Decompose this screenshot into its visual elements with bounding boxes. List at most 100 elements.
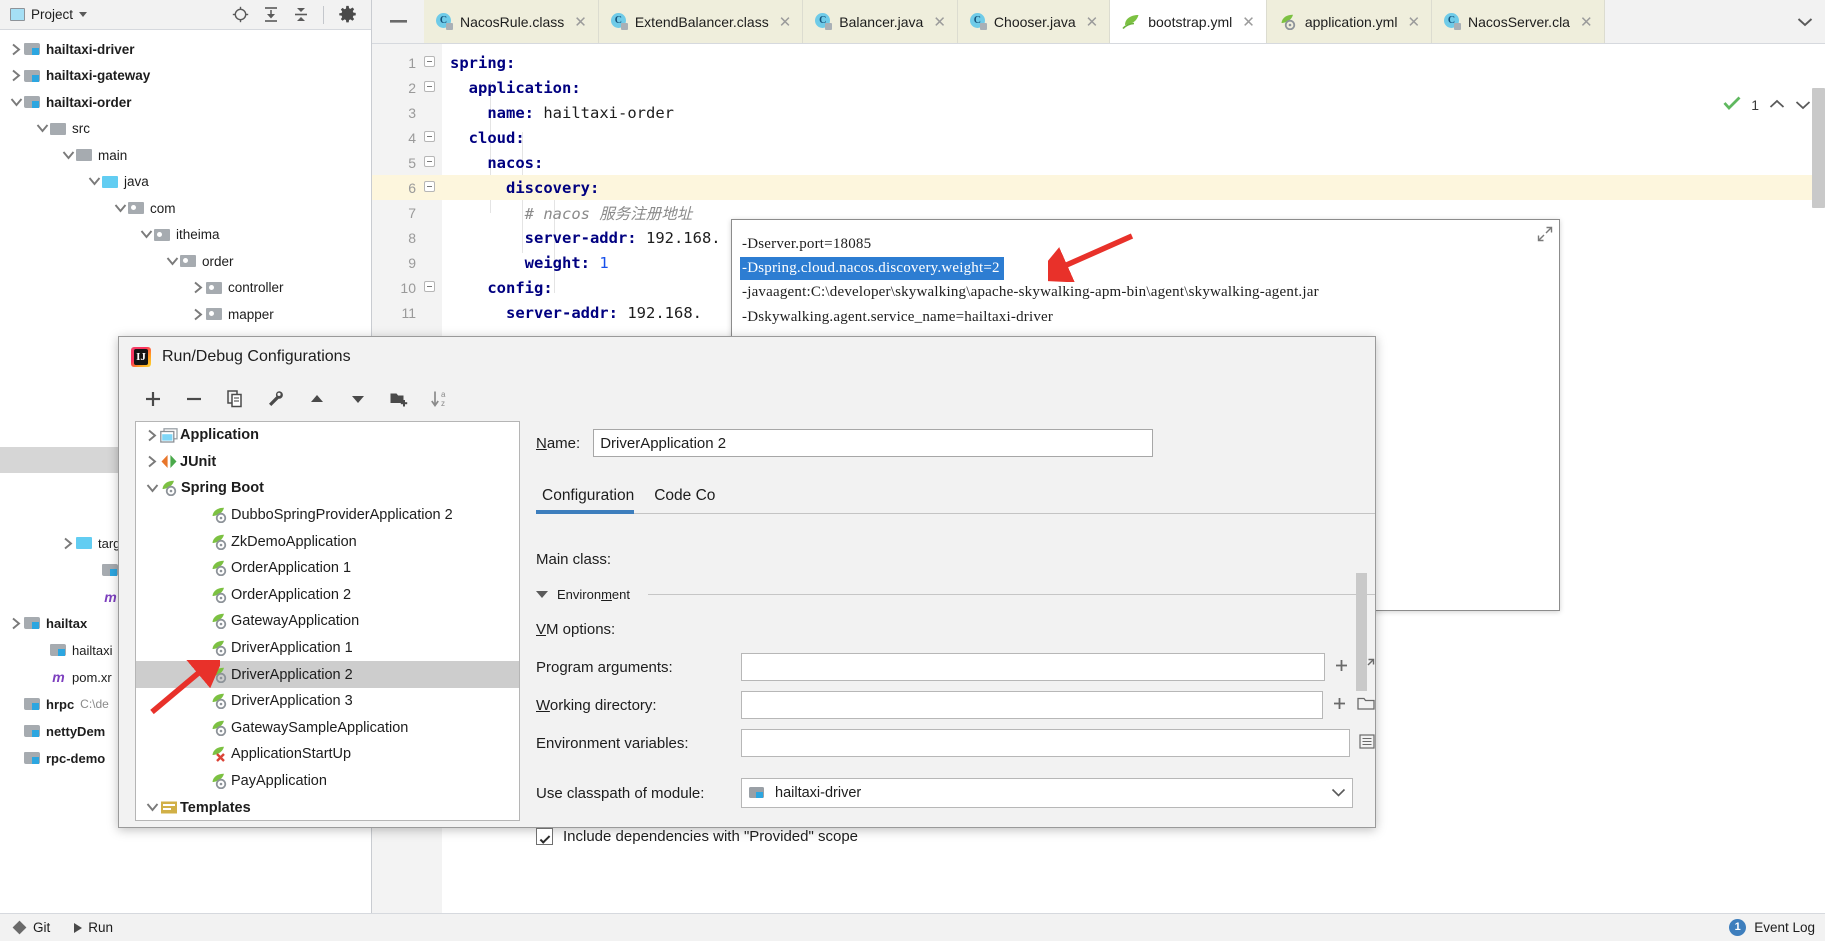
vm-option-line[interactable]: -Dspring.cloud.nacos.discovery.weight=2 — [732, 257, 1559, 280]
configurations-list[interactable]: Application JUnit Spring Boot DubboSpringPr… — [135, 421, 520, 821]
event-log-button[interactable]: Event Log — [1754, 920, 1815, 935]
next-highlight-icon[interactable] — [1795, 97, 1811, 114]
move-down-icon[interactable] — [348, 389, 368, 409]
close-icon[interactable]: ✕ — [1242, 13, 1255, 31]
copy-icon[interactable] — [225, 389, 245, 409]
config-list-item-payapplication[interactable]: PayApplication — [136, 768, 519, 795]
tree-item-hailtaxi-order[interactable]: hailtaxi-order — [0, 89, 371, 116]
browse-folder-icon[interactable] — [1357, 696, 1375, 714]
tree-item-hailtaxi-driver[interactable]: hailtaxi-driver — [0, 36, 371, 63]
vm-option-line[interactable]: -javaagent:C:\developer\skywalking\apach… — [732, 280, 1559, 305]
locate-icon[interactable] — [232, 6, 249, 23]
editor-tab-bootstrap-yml[interactable]: bootstrap.yml ✕ — [1110, 0, 1267, 43]
tree-item-src[interactable]: src — [0, 116, 371, 143]
include-dependencies-checkbox[interactable] — [536, 828, 553, 845]
tree-item-hrpc[interactable]: hrpc C:\de — [0, 691, 109, 718]
code-line[interactable]: 3 name: hailtaxi-order — [372, 100, 1825, 125]
config-list-item-orderapplication-2[interactable]: OrderApplication 2 — [136, 582, 519, 609]
chevron-right-icon[interactable] — [190, 281, 206, 294]
chevron-right-icon[interactable] — [60, 537, 76, 550]
dialog-scrollbar[interactable] — [1356, 573, 1367, 691]
chevron-down-icon[interactable] — [112, 203, 128, 214]
tab-list-chevron-icon[interactable] — [1785, 0, 1825, 43]
config-list-item-zkdemoapplication[interactable]: ZkDemoApplication — [136, 528, 519, 555]
chevron-right-icon[interactable] — [144, 455, 160, 468]
chevron-right-icon[interactable] — [8, 617, 24, 630]
chevron-down-icon[interactable] — [138, 229, 154, 240]
tree-item-hailtax[interactable]: hailtax — [0, 610, 87, 637]
config-list-item-junit[interactable]: JUnit — [136, 449, 519, 476]
fold-marker-icon[interactable] — [416, 280, 442, 295]
tree-item-mapper[interactable]: mapper — [0, 301, 371, 328]
editor-tab-nacosserver-cla[interactable]: C NacosServer.cla ✕ — [1432, 0, 1605, 43]
tab-configuration[interactable]: Configuration — [536, 487, 648, 514]
code-line[interactable]: 6 discovery: — [372, 175, 1825, 200]
remove-icon[interactable] — [184, 389, 204, 409]
chevron-down-icon[interactable] — [164, 256, 180, 267]
code-line[interactable]: 4 cloud: — [372, 125, 1825, 150]
close-icon[interactable]: ✕ — [1086, 13, 1099, 31]
vm-option-line[interactable]: -Dserver.port=18085 — [732, 232, 1559, 257]
use-classpath-combobox[interactable]: hailtaxi-driver — [741, 778, 1353, 808]
fold-marker-icon[interactable] — [416, 155, 442, 170]
inspection-widget[interactable]: 1 — [1723, 96, 1811, 114]
add-macro-icon[interactable] — [1332, 696, 1347, 714]
working-directory-input[interactable] — [741, 691, 1323, 719]
config-list-item-driverapplication-2[interactable]: DriverApplication 2 — [136, 661, 519, 688]
status-run-button[interactable]: Run — [62, 920, 125, 935]
chevron-down-icon[interactable] — [1331, 785, 1346, 801]
close-icon[interactable]: ✕ — [779, 13, 792, 31]
config-list-item-driverapplication-1[interactable]: DriverApplication 1 — [136, 635, 519, 662]
config-list-item-dubbospringproviderapplication-2[interactable]: DubboSpringProviderApplication 2 — [136, 502, 519, 529]
tree-item-pom-xr[interactable]: m pom.xr — [0, 664, 111, 691]
code-line[interactable]: 2 application: — [372, 75, 1825, 100]
tab-code-coverage[interactable]: Code Co — [648, 487, 729, 514]
editor-tab-balancer-java[interactable]: C Balancer.java ✕ — [803, 0, 958, 43]
environment-variables-input[interactable] — [741, 729, 1350, 757]
sort-alphabetically-icon[interactable]: az — [430, 389, 450, 409]
previous-highlight-icon[interactable] — [1769, 97, 1785, 114]
config-list-item-orderapplication-1[interactable]: OrderApplication 1 — [136, 555, 519, 582]
chevron-down-icon[interactable] — [144, 802, 160, 813]
tree-item-nettydem[interactable]: nettyDem — [0, 718, 105, 745]
editor-tab-application-yml[interactable]: application.yml ✕ — [1266, 0, 1433, 43]
config-list-item-applicationstartup[interactable]: ApplicationStartUp — [136, 741, 519, 768]
tree-item-hailtaxi-gateway[interactable]: hailtaxi-gateway — [0, 63, 371, 90]
name-input[interactable]: DriverApplication 2 — [593, 429, 1154, 457]
tree-item-controller[interactable]: controller — [0, 275, 371, 302]
expand-popup-icon[interactable] — [1537, 226, 1553, 242]
editor-tab-extendbalancer-class[interactable]: C ExtendBalancer.class ✕ — [598, 0, 804, 43]
editor-tab-chooser-java[interactable]: C Chooser.java ✕ — [957, 0, 1111, 43]
fold-marker-icon[interactable] — [416, 180, 442, 195]
tree-item-itheima[interactable]: itheima — [0, 222, 371, 249]
chevron-right-icon[interactable] — [8, 69, 24, 82]
environment-section-header[interactable]: Environment — [536, 578, 1375, 610]
program-arguments-input[interactable] — [741, 653, 1325, 681]
add-macro-icon[interactable] — [1334, 658, 1349, 676]
expand-all-icon[interactable] — [263, 6, 279, 23]
config-list-item-gatewaysampleapplication[interactable]: GatewaySampleApplication — [136, 715, 519, 742]
vm-option-selected[interactable]: -Dspring.cloud.nacos.discovery.weight=2 — [740, 257, 1004, 280]
run-debug-configurations-dialog[interactable]: IJ Run/Debug Configurations a z Applicat… — [118, 336, 1376, 845]
config-list-item-templates[interactable]: Templates — [136, 794, 519, 820]
add-icon[interactable] — [143, 389, 163, 409]
close-icon[interactable]: ✕ — [1580, 13, 1593, 31]
tree-item-java[interactable]: java — [0, 169, 371, 196]
code-line[interactable]: 5 nacos: — [372, 150, 1825, 175]
collapse-all-icon[interactable] — [293, 6, 309, 23]
chevron-down-icon[interactable] — [8, 97, 24, 108]
tree-item-com[interactable]: com — [0, 195, 371, 222]
edit-templates-icon[interactable] — [266, 389, 286, 409]
close-icon[interactable]: ✕ — [1407, 13, 1420, 31]
fold-marker-icon[interactable] — [416, 55, 442, 70]
project-title-button[interactable]: Project — [4, 7, 93, 22]
fold-marker-icon[interactable] — [416, 130, 442, 145]
editor-tab-nacosrule-class[interactable]: C NacosRule.class ✕ — [424, 0, 599, 43]
chevron-down-icon[interactable] — [79, 12, 88, 17]
config-list-item-spring-boot[interactable]: Spring Boot — [136, 475, 519, 502]
chevron-down-icon[interactable] — [60, 150, 76, 161]
status-git-button[interactable]: Git — [0, 920, 62, 935]
config-list-item-gatewayapplication[interactable]: GatewayApplication — [136, 608, 519, 635]
chevron-down-icon[interactable] — [536, 590, 548, 598]
tree-item-rpc-demo[interactable]: rpc-demo — [0, 745, 105, 772]
